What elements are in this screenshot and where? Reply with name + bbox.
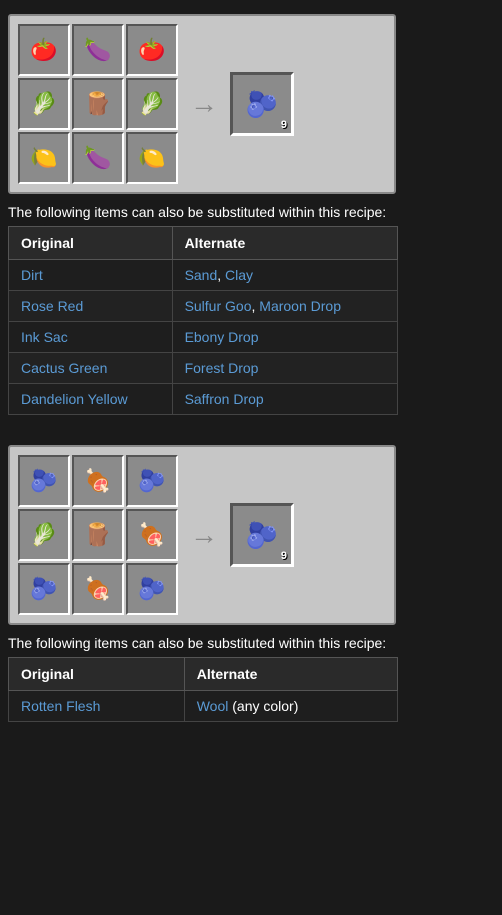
original-dandelion-yellow: Dandelion Yellow	[9, 384, 173, 415]
grid2-cell-r2c3: 🍖	[126, 509, 178, 561]
grid2-cell-r3c3: 🫐	[126, 563, 178, 615]
alternate-cactus-green: Forest Drop	[172, 353, 397, 384]
grid2-cell-r1c3: 🫐	[126, 455, 178, 507]
col-header-original-2: Original	[9, 658, 185, 691]
alternate-ink-sac: Ebony Drop	[172, 322, 397, 353]
grid-cell-r3c1: 🍋	[18, 132, 70, 184]
original-rose-red: Rose Red	[9, 291, 173, 322]
grid-cell-r3c2: 🍆	[72, 132, 124, 184]
table-row: Rose Red Sulfur Goo, Maroon Drop	[9, 291, 398, 322]
result-cell-1: 🫐 9	[230, 72, 294, 136]
substitution-text-1: The following items can also be substitu…	[4, 200, 498, 226]
link-sulfur-goo[interactable]: Sulfur Goo	[185, 298, 252, 314]
original-cactus-green: Cactus Green	[9, 353, 173, 384]
grid-cell-r1c3: 🍅	[126, 24, 178, 76]
grid-cell-r1c1: 🍅	[18, 24, 70, 76]
link-saffron-drop[interactable]: Saffron Drop	[185, 391, 264, 407]
recipe-1-section: 🍅 🍆 🍅 🥬 🪵 🥬 🍋 🍆 🍋 → 🫐 9 The following it…	[0, 0, 502, 431]
crafting-box-2: 🫐 🍖 🫐 🥬 🪵 🍖 🫐 🍖 🫐 → 🫐 9	[8, 445, 396, 625]
grid2-cell-r2c1: 🥬	[18, 509, 70, 561]
result-count-2: 9	[281, 550, 287, 562]
grid2-cell-r3c1: 🫐	[18, 563, 70, 615]
link-clay[interactable]: Clay	[225, 267, 253, 283]
link-sand[interactable]: Sand	[185, 267, 218, 283]
col-header-alternate-2: Alternate	[184, 658, 397, 691]
original-dirt: Dirt	[9, 260, 173, 291]
crafting-grid-1: 🍅 🍆 🍅 🥬 🪵 🥬 🍋 🍆 🍋	[18, 24, 178, 184]
original-rotten-flesh: Rotten Flesh	[9, 691, 185, 722]
arrow-icon-2: →	[190, 519, 218, 551]
substitution-table-2: Original Alternate Rotten Flesh Wool (an…	[8, 657, 398, 722]
alternate-rotten-flesh: Wool (any color)	[184, 691, 397, 722]
result-emoji-2: 🫐	[246, 520, 278, 551]
link-wool[interactable]: Wool	[197, 698, 229, 714]
grid-cell-r3c3: 🍋	[126, 132, 178, 184]
wool-qualifier: (any color)	[232, 698, 298, 714]
substitution-text-2: The following items can also be substitu…	[4, 631, 498, 657]
grid2-cell-r1c1: 🫐	[18, 455, 70, 507]
result-count-1: 9	[281, 119, 287, 131]
grid2-cell-r2c2: 🪵	[72, 509, 124, 561]
grid2-cell-r1c2: 🍖	[72, 455, 124, 507]
arrow-icon-1: →	[190, 88, 218, 120]
col-header-original-1: Original	[9, 227, 173, 260]
grid-cell-r1c2: 🍆	[72, 24, 124, 76]
table-row: Dirt Sand, Clay	[9, 260, 398, 291]
table-row: Rotten Flesh Wool (any color)	[9, 691, 398, 722]
crafting-grid-2: 🫐 🍖 🫐 🥬 🪵 🍖 🫐 🍖 🫐	[18, 455, 178, 615]
link-maroon-drop[interactable]: Maroon Drop	[259, 298, 341, 314]
recipe-2-section: 🫐 🍖 🫐 🥬 🪵 🍖 🫐 🍖 🫐 → 🫐 9 The following it…	[0, 431, 502, 738]
alternate-dandelion-yellow: Saffron Drop	[172, 384, 397, 415]
alternate-rose-red: Sulfur Goo, Maroon Drop	[172, 291, 397, 322]
crafting-box-1: 🍅 🍆 🍅 🥬 🪵 🥬 🍋 🍆 🍋 → 🫐 9	[8, 14, 396, 194]
substitution-table-1: Original Alternate Dirt Sand, Clay Rose …	[8, 226, 398, 415]
alternate-dirt: Sand, Clay	[172, 260, 397, 291]
grid2-cell-r3c2: 🍖	[72, 563, 124, 615]
result-cell-2: 🫐 9	[230, 503, 294, 567]
col-header-alternate-1: Alternate	[172, 227, 397, 260]
result-emoji-1: 🫐	[246, 89, 278, 120]
grid-cell-r2c2: 🪵	[72, 78, 124, 130]
table-row: Cactus Green Forest Drop	[9, 353, 398, 384]
table-header-row-1: Original Alternate	[9, 227, 398, 260]
original-ink-sac: Ink Sac	[9, 322, 173, 353]
table-row: Ink Sac Ebony Drop	[9, 322, 398, 353]
grid-cell-r2c1: 🥬	[18, 78, 70, 130]
link-ebony-drop[interactable]: Ebony Drop	[185, 329, 259, 345]
grid-cell-r2c3: 🥬	[126, 78, 178, 130]
link-forest-drop[interactable]: Forest Drop	[185, 360, 259, 376]
table-row: Dandelion Yellow Saffron Drop	[9, 384, 398, 415]
table-header-row-2: Original Alternate	[9, 658, 398, 691]
